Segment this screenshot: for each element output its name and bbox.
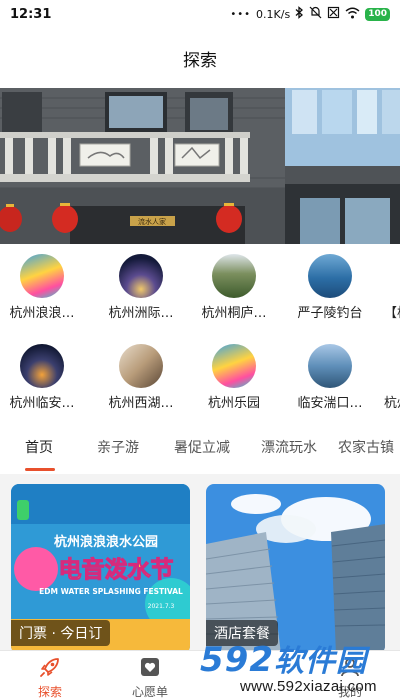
tab-home[interactable]: 首页 [25, 437, 53, 457]
sim-off-icon [327, 6, 340, 22]
destination-thumb [212, 344, 256, 388]
banner-sign-text: 流水人家 [138, 217, 166, 226]
poster-main: 电音泼水节 [59, 556, 174, 583]
product-feed: 杭州浪浪浪水公园 电音泼水节 EDM WATER SPLASHING FESTI… [0, 474, 400, 650]
destination-grid: 杭州浪浪… 杭州洲际… 杭州桐庐… 严子陵钓台 【杭 杭州临安… 杭州西湖… 杭… [0, 250, 400, 425]
page-header: 探索 [0, 28, 400, 88]
battery-icon: 100 [365, 7, 390, 21]
active-tab-indicator [25, 468, 55, 471]
destination-item[interactable]: 杭州西湖… [99, 344, 183, 411]
destination-thumb [20, 254, 64, 298]
destination-label: 杭州乐园 [207, 396, 260, 411]
destination-item[interactable]: 杭州洲际… [99, 254, 183, 321]
network-speed: 0.1K/s [256, 7, 291, 21]
banner-carousel[interactable]: 流水人家 [0, 88, 400, 244]
status-time: 12:31 [10, 6, 52, 22]
destination-thumb [119, 344, 163, 388]
status-bar: 12:31 ••• 0.1K/s 100 [0, 0, 400, 28]
bottom-nav: 探索 心愿单 我的 [0, 650, 400, 700]
status-dots: ••• [230, 8, 252, 20]
destination-item[interactable]: 临安湍口… [288, 344, 372, 411]
destination-label: 杭州浪浪… [9, 306, 75, 321]
wifi-icon [345, 7, 360, 22]
bluetooth-icon [295, 6, 304, 22]
tab-family[interactable]: 亲子游 [97, 437, 139, 457]
poster-sub: EDM WATER SPLASHING FESTIVAL [39, 587, 183, 596]
card-label: 门票 · 今日订 [11, 620, 111, 646]
nav-wishlist[interactable]: 心愿单 [110, 655, 190, 700]
page-title: 探索 [183, 50, 217, 71]
poster-title: 杭州浪浪浪水公园 [54, 534, 158, 550]
product-card[interactable]: 杭州浪浪浪水公园 电音泼水节 EDM WATER SPLASHING FESTI… [11, 484, 190, 650]
tab-village[interactable]: 农家古镇 [338, 437, 394, 457]
destination-thumb [384, 344, 400, 388]
nav-label: 探索 [37, 685, 62, 699]
destination-label: 杭州 [384, 396, 400, 411]
destination-label: 杭州桐庐… [201, 306, 267, 321]
destination-item[interactable]: 杭州临安… [0, 344, 84, 411]
destination-item[interactable]: 杭州桐庐… [192, 254, 276, 321]
status-right: ••• 0.1K/s 100 [230, 6, 390, 22]
nav-label: 我的 [337, 685, 362, 699]
destination-label: 【杭 [384, 306, 400, 321]
destination-item[interactable]: 严子陵钓台 [288, 254, 372, 321]
card-label: 酒店套餐 [206, 620, 278, 646]
destination-label: 杭州临安… [9, 396, 75, 411]
category-tabs: 首页 亲子游 暑促立减 漂流玩水 农家古镇 [0, 430, 400, 474]
heart-card-icon [110, 655, 190, 681]
destination-label: 杭州洲际… [108, 306, 174, 321]
destination-thumb [384, 254, 400, 298]
nav-label: 心愿单 [131, 685, 168, 699]
destination-item[interactable]: 杭州乐园 [192, 344, 276, 411]
tab-summer-promo[interactable]: 暑促立减 [174, 437, 230, 457]
destination-item[interactable]: 杭州 [384, 344, 400, 411]
destination-item[interactable]: 【杭 [384, 254, 400, 321]
destination-thumb [20, 344, 64, 388]
destination-thumb [212, 254, 256, 298]
rocket-icon [10, 655, 90, 681]
nav-explore[interactable]: 探索 [10, 655, 90, 700]
destination-thumb [308, 344, 352, 388]
user-icon [310, 655, 390, 681]
nav-user[interactable]: 我的 [310, 655, 390, 700]
mute-icon [309, 6, 322, 22]
poster-date: 2021.7.3 [148, 603, 175, 610]
product-card[interactable]: 酒店套餐 [206, 484, 385, 650]
tab-rafting[interactable]: 漂流玩水 [261, 437, 317, 457]
destination-label: 杭州西湖… [108, 396, 174, 411]
destination-thumb [308, 254, 352, 298]
banner-image[interactable]: 流水人家 [0, 88, 400, 244]
destination-label: 严子陵钓台 [297, 306, 363, 321]
destination-thumb [119, 254, 163, 298]
destination-label: 临安湍口… [297, 396, 363, 411]
destination-item[interactable]: 杭州浪浪… [0, 254, 84, 321]
